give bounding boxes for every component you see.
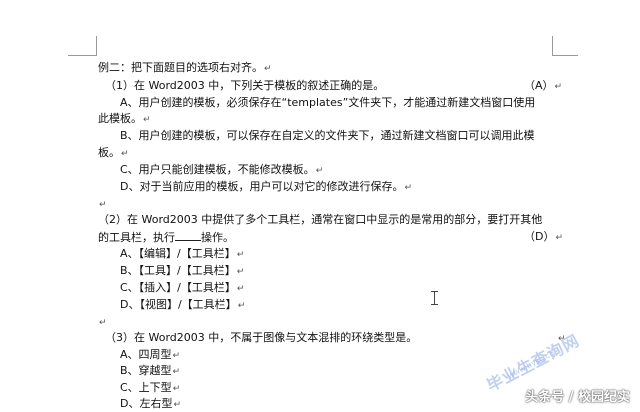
question-1-answer-text: （A）: [524, 79, 554, 92]
question-1-option-b-line-2: 板。↵: [98, 146, 129, 160]
question-2-option-b-text: B、【工具】/【工具栏】: [120, 264, 236, 277]
paragraph-mark: ↵: [236, 284, 245, 294]
paragraph-mark: ↵: [121, 149, 129, 159]
question-2-stem-line-1: （2）在 Word2003 中提供了多个工具栏，通常在窗口中显示的是常用的部分，…: [98, 213, 542, 227]
crop-mark-top-right-horizontal: [552, 55, 578, 56]
fill-in-blank: [175, 230, 201, 241]
paragraph-mark: ↵: [555, 233, 564, 243]
question-2-answer: （D）↵: [524, 230, 563, 244]
question-2-option-d-text: D、【视图】/【工具栏】: [120, 298, 237, 311]
paragraph-mark: ↵: [237, 301, 246, 311]
question-1-option-b-continuation: 板。: [98, 146, 120, 159]
paragraph-mark: ↵: [404, 183, 413, 193]
document-page[interactable]: 例二：把下面题目的选项右对齐。↵ （1）在 Word2003 中，下列关于模板的…: [0, 0, 640, 411]
paragraph-mark: ↵: [172, 384, 181, 394]
question-3-option-c: C、上下型↵: [120, 381, 180, 395]
question-3-stem-text: （3）在 Word2003 中，不属于图像与文本混排的环绕类型是。: [105, 331, 418, 344]
question-2-answer-text: （D）: [524, 230, 555, 243]
question-2-option-b: B、【工具】/【工具栏】↵: [120, 264, 244, 278]
question-2-option-c: C、【插入】/【工具栏】↵: [120, 281, 244, 295]
question-1-answer: （A）↵: [524, 79, 562, 93]
question-1-stem-text: （1）在 Word2003 中，下列关于模板的叙述正确的是。: [105, 79, 385, 92]
question-2-option-d: D、【视图】/【工具栏】↵: [120, 298, 245, 312]
question-3-option-d: D、左右型↵: [120, 397, 181, 411]
source-credit-text: 头条号 / 校园纪实: [525, 390, 630, 405]
heading-text: 例二：把下面题目的选项右对齐。: [98, 61, 263, 74]
question-2-option-a: A、【编辑】/【工具栏】↵: [120, 247, 244, 261]
question-2-option-a-text: A、【编辑】/【工具栏】: [120, 247, 236, 260]
crop-mark-top-right-vertical: [552, 36, 553, 56]
empty-paragraph-2: ↵: [98, 315, 107, 329]
paragraph-mark: ↵: [236, 250, 245, 260]
paragraph-mark: ↵: [315, 166, 324, 176]
question-1-option-b-text: B、用户创建的模板，可以保存在自定义的文件夹下，通过新建文档窗口可以调用此模: [120, 129, 535, 142]
question-1-option-c-text: C、用户只能创建模板，不能修改模板。: [120, 163, 315, 176]
crop-mark-top-left-horizontal: [68, 55, 96, 56]
question-1-stem: （1）在 Word2003 中，下列关于模板的叙述正确的是。: [105, 79, 384, 93]
question-1-option-d: D、对于当前应用的模板，用户可以对它的修改进行保存。↵: [120, 180, 412, 194]
question-3-option-b: B、穿越型↵: [120, 364, 180, 378]
question-3-option-a: A、四周型↵: [120, 348, 180, 362]
question-1-option-a-text: A、用户创建的模板，必须保存在“templates”文件夹下，才能通过新建文档窗…: [120, 96, 536, 109]
question-1-option-a-line-1: A、用户创建的模板，必须保存在“templates”文件夹下，才能通过新建文档窗…: [120, 96, 535, 110]
empty-paragraph-1: ↵: [98, 197, 107, 211]
crop-mark-top-left-vertical: [96, 36, 97, 56]
question-2-stem-text-before-blank: 的工具栏，执行: [98, 231, 175, 244]
question-2-stem-text: （2）在 Word2003 中提供了多个工具栏，通常在窗口中显示的是常用的部分，…: [98, 213, 543, 226]
paragraph-mark: ↵: [554, 82, 563, 92]
paragraph-mark: ↵: [99, 318, 107, 328]
question-1-option-a-continuation: 此模板。: [98, 112, 142, 125]
question-2-option-c-text: C、【插入】/【工具栏】: [120, 281, 236, 294]
paragraph-mark: ↵: [99, 200, 107, 210]
paragraph-mark: ↵: [264, 64, 272, 74]
question-3-stem: （3）在 Word2003 中，不属于图像与文本混排的环绕类型是。: [105, 331, 417, 345]
question-1-option-a-line-2: 此模板。↵: [98, 112, 151, 126]
paragraph-mark: ↵: [143, 115, 151, 125]
source-credit: 头条号 / 校园纪实: [525, 386, 630, 405]
question-2-stem-line-2: 的工具栏，执行 操作。: [98, 230, 234, 244]
question-3-option-c-text: C、上下型: [120, 381, 172, 394]
paragraph-mark: ↵: [172, 351, 181, 361]
question-3-option-d-text: D、左右型: [120, 397, 173, 410]
question-1-option-d-text: D、对于当前应用的模板，用户可以对它的修改进行保存。: [120, 180, 404, 193]
question-1-option-b-line-1: B、用户创建的模板，可以保存在自定义的文件夹下，通过新建文档窗口可以调用此模: [120, 129, 535, 143]
question-3-option-a-text: A、四周型: [120, 348, 172, 361]
document-heading: 例二：把下面题目的选项右对齐。↵: [98, 61, 272, 75]
question-3-option-b-text: B、穿越型: [120, 364, 172, 377]
question-2-stem-text-after-blank: 操作。: [201, 231, 234, 244]
question-1-option-c: C、用户只能创建模板，不能修改模板。↵: [120, 163, 323, 177]
paragraph-mark: ↵: [236, 267, 245, 277]
i-beam-cursor-icon: [431, 291, 438, 305]
paragraph-mark: ↵: [173, 400, 182, 410]
paragraph-mark: ↵: [172, 367, 181, 377]
